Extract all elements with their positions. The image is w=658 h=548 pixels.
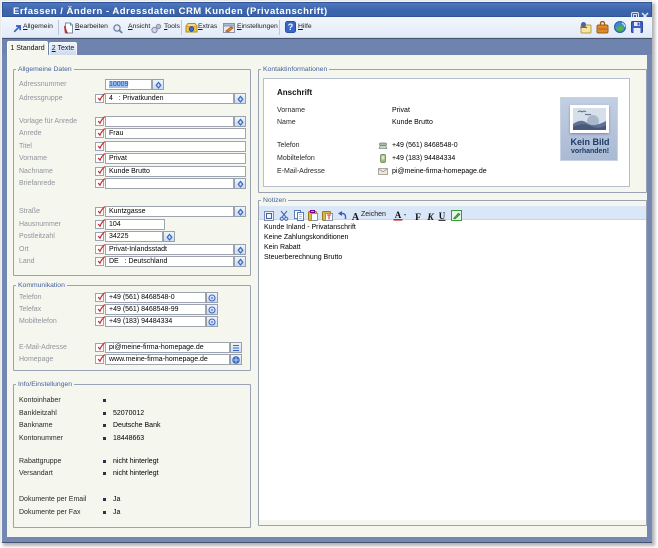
svg-text:?: ? (288, 22, 294, 32)
svg-text:U: U (439, 211, 446, 221)
svg-text:A: A (395, 210, 402, 220)
svg-text:F: F (415, 213, 421, 221)
svg-text:T: T (327, 215, 332, 222)
svg-text:K: K (426, 213, 434, 221)
svg-text:A: A (352, 212, 360, 221)
